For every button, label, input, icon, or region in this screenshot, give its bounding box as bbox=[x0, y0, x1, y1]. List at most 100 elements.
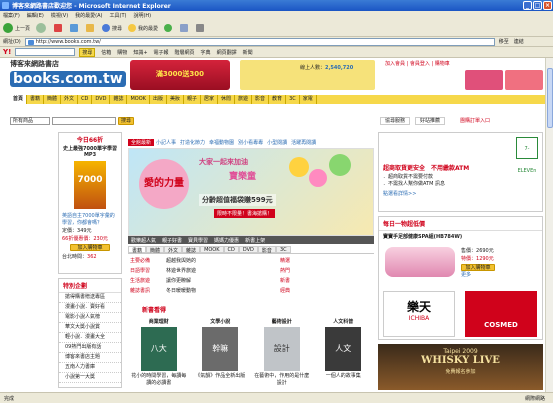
search-button[interactable]: 搜尋 bbox=[102, 24, 122, 32]
new-book-card[interactable]: 藝術設計 設計 在藝術中，作用的是什麼設計 bbox=[254, 318, 310, 392]
nav-leisure[interactable]: 休閒 bbox=[218, 95, 236, 104]
yahoo-item-newsletter[interactable]: 電子報 bbox=[154, 49, 169, 56]
nav-media[interactable]: 影音 bbox=[252, 95, 270, 104]
nav-kids[interactable]: 親子 bbox=[184, 95, 201, 104]
vertical-scrollbar[interactable] bbox=[545, 58, 553, 392]
header-promo-small[interactable] bbox=[465, 70, 503, 90]
nav-beauty[interactable]: 美妝 bbox=[167, 95, 184, 104]
news-mid-item[interactable]: 超越我與她的 bbox=[166, 256, 278, 266]
center-tab[interactable]: 小記人事 bbox=[154, 139, 178, 146]
nav-mook[interactable]: MOOK bbox=[127, 95, 150, 104]
yahoo-item-mail[interactable]: 信箱 bbox=[101, 49, 111, 56]
news-left-item[interactable]: 日語學習 bbox=[130, 266, 164, 276]
deal-desc[interactable]: 英語自主7000單字彙的學習，你都會嗎？ bbox=[59, 212, 121, 226]
news-right-item[interactable]: 新書 bbox=[280, 276, 300, 286]
center-tab[interactable]: 打造化節力 bbox=[178, 139, 207, 146]
site-logo[interactable]: 博客來網路書店 books.com.tw bbox=[10, 59, 130, 93]
cat-tab[interactable]: 雜誌 bbox=[182, 246, 201, 254]
banner-cta[interactable]: 限時不限量！書海搶購！ bbox=[214, 209, 276, 218]
banner-link[interactable]: 歡樂超人氣 bbox=[128, 237, 159, 244]
banner-link[interactable]: 媽媽力優惠 bbox=[211, 237, 242, 244]
special-item[interactable]: 華文大獎小說賞 bbox=[59, 323, 121, 333]
menu-edit[interactable]: 編輯(E) bbox=[27, 12, 44, 19]
new-book-card[interactable]: 商業理財 八大 花小的時間學習，每讀每讀的必讀書 bbox=[131, 318, 187, 392]
right-ad-box[interactable]: 7-ELEVEn 超商取貨更安全 不用繳款ATM ．超商取貨不需要付款 ．不需找… bbox=[378, 132, 543, 212]
news-left-item[interactable]: 主要必備 bbox=[130, 256, 164, 266]
center-tab-active[interactable]: 全館最新 bbox=[128, 138, 155, 146]
stop-button[interactable] bbox=[54, 24, 64, 32]
cat-tab[interactable]: CD bbox=[223, 246, 239, 253]
special-item[interactable]: 漫畫小說．賣好看 bbox=[59, 303, 121, 313]
deal-cart-button[interactable]: 加入購物車 bbox=[70, 244, 110, 251]
util-link-sites[interactable]: 好站推薦 bbox=[415, 117, 445, 125]
deal-book-cover[interactable]: 7000 bbox=[74, 161, 106, 209]
ad-link[interactable]: 點選看詳情>> bbox=[379, 188, 542, 199]
util-link-help[interactable]: 協尋服務 bbox=[380, 117, 410, 125]
yahoo-item-answers[interactable]: 知識+ bbox=[133, 49, 147, 56]
news-left-item[interactable]: 雜誌書訊 bbox=[130, 286, 164, 296]
news-right-item[interactable]: 經典 bbox=[280, 286, 300, 296]
address-input[interactable]: http://www.books.com.tw/ bbox=[24, 37, 495, 46]
nav-education[interactable]: 教育 bbox=[269, 95, 287, 104]
spa-product-image[interactable] bbox=[385, 247, 455, 277]
center-tab[interactable]: 別小看專專 bbox=[236, 139, 265, 146]
nav-3c[interactable]: 3C bbox=[286, 95, 300, 104]
menu-file[interactable]: 檔案(F) bbox=[3, 12, 20, 19]
search-category-select[interactable]: 所有商品 bbox=[10, 117, 50, 125]
news-mid-item[interactable]: 讓你更瞭解 bbox=[166, 276, 278, 286]
center-tab[interactable]: 小型閱讀 bbox=[265, 139, 289, 146]
flash-more-link[interactable]: 更多 bbox=[461, 271, 495, 279]
nav-publish[interactable]: 出版 bbox=[150, 95, 167, 104]
nav-foreign[interactable]: 外文 bbox=[61, 95, 79, 104]
flash-cart-button[interactable]: 加入購物車 bbox=[461, 264, 495, 271]
yahoo-item-translate[interactable]: 網頁翻譯 bbox=[217, 49, 237, 56]
yahoo-item-shopping[interactable]: 購物 bbox=[117, 49, 127, 56]
nav-books[interactable]: 書籍 bbox=[27, 95, 45, 104]
special-item[interactable]: 小說第一大獎 bbox=[59, 373, 121, 383]
menu-view[interactable]: 檢視(V) bbox=[51, 12, 68, 19]
search-input[interactable] bbox=[52, 117, 116, 125]
rakuten-ad[interactable]: 樂天 ICHIBA bbox=[383, 291, 455, 337]
news-right-item[interactable]: 熱門 bbox=[280, 266, 300, 276]
news-right-item[interactable]: 精選 bbox=[280, 256, 300, 266]
promo-banner[interactable]: 滿3000送300 bbox=[130, 60, 230, 90]
nav-appliance[interactable]: 家電 bbox=[300, 95, 317, 104]
back-button[interactable]: 上一頁 bbox=[3, 23, 30, 33]
special-item[interactable]: 五南人力書庫 bbox=[59, 363, 121, 373]
links-button[interactable]: 連結 bbox=[514, 38, 524, 45]
menu-favorites[interactable]: 我的最愛(A) bbox=[75, 12, 102, 19]
yahoo-item-news[interactable]: 新聞 bbox=[243, 49, 253, 56]
member-links[interactable]: 加入會員 | 會員登入 | 購物車 bbox=[385, 60, 450, 67]
favorites-button[interactable]: 我的最愛 bbox=[128, 24, 158, 32]
cat-tab[interactable]: 外文 bbox=[164, 246, 183, 254]
center-tab[interactable]: 活躍再閱讀 bbox=[289, 139, 318, 146]
history-button[interactable] bbox=[164, 24, 174, 32]
special-item[interactable]: 電影小說人氣榜 bbox=[59, 313, 121, 323]
forward-button[interactable] bbox=[36, 23, 48, 33]
nav-magazine[interactable]: 雜誌 bbox=[110, 95, 128, 104]
mail-button[interactable] bbox=[180, 24, 190, 32]
banner-link[interactable]: 新書上架 bbox=[242, 237, 268, 244]
yahoo-search-input[interactable] bbox=[15, 48, 76, 56]
new-book-card[interactable]: 文學小說 幹嘛 《氣韻》作品全新出版 bbox=[192, 318, 248, 392]
nav-simplified[interactable]: 簡體 bbox=[44, 95, 62, 104]
cat-tab[interactable]: 簡體 bbox=[146, 246, 165, 254]
news-mid-item[interactable]: 林遊世界旅遊 bbox=[166, 266, 278, 276]
flash-heading[interactable]: 寶寶手足部健康SPA組(HB784W) bbox=[379, 231, 542, 242]
menu-tools[interactable]: 工具(T) bbox=[110, 12, 127, 19]
minimize-button[interactable]: _ bbox=[523, 1, 532, 10]
close-button[interactable]: × bbox=[543, 1, 552, 10]
yahoo-logo[interactable]: Y! bbox=[3, 48, 11, 56]
special-item[interactable]: 博客來書店主題 bbox=[59, 353, 121, 363]
nav-home[interactable]: 首頁 bbox=[10, 95, 28, 104]
yahoo-item-directory[interactable]: 階層網頁 bbox=[175, 49, 195, 56]
refresh-button[interactable] bbox=[70, 24, 80, 32]
nav-dvd[interactable]: DVD bbox=[92, 95, 111, 104]
print-button[interactable] bbox=[196, 24, 206, 32]
new-book-card[interactable]: 人文科普 人文 一個人的故事集 bbox=[315, 318, 371, 392]
util-link-group[interactable]: 團購訂單入口 bbox=[460, 117, 500, 125]
nav-cd[interactable]: CD bbox=[78, 95, 93, 104]
cat-tab[interactable]: 3C bbox=[275, 246, 291, 253]
cosmed-ad[interactable]: COSMED bbox=[465, 291, 537, 337]
home-button[interactable] bbox=[86, 24, 96, 32]
